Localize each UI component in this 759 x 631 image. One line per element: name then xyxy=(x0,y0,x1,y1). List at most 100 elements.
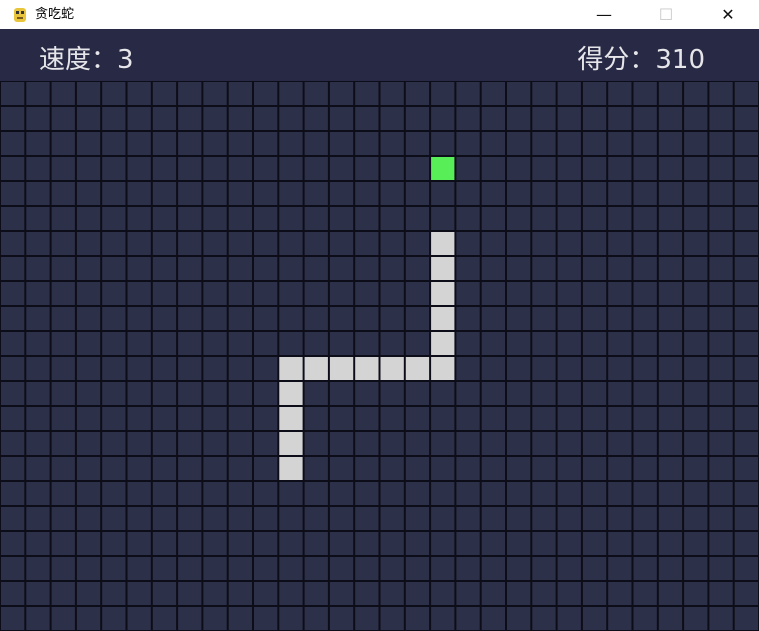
grid-cell xyxy=(709,407,733,430)
grid-cell xyxy=(532,332,556,355)
grid-cell xyxy=(1,82,25,105)
grid-cell xyxy=(684,307,708,330)
grid-cell xyxy=(178,532,202,555)
grid-cell xyxy=(102,307,126,330)
grid-cell xyxy=(608,182,632,205)
grid-cell xyxy=(127,607,151,630)
grid-cell xyxy=(380,432,404,455)
grid-cell xyxy=(127,107,151,130)
grid-cell xyxy=(658,282,683,305)
grid-cell xyxy=(684,582,708,605)
grid-cell xyxy=(102,607,126,630)
grid-cell xyxy=(178,332,202,355)
grid-cell xyxy=(431,457,455,480)
grid-cell xyxy=(152,382,177,405)
grid-cell xyxy=(152,282,177,305)
grid-cell xyxy=(254,357,278,380)
grid-cell xyxy=(304,107,328,130)
grid-cell xyxy=(329,157,354,180)
grid-cell xyxy=(355,557,379,580)
speed-label: 速度： xyxy=(39,45,118,75)
grid-cell xyxy=(431,432,455,455)
grid-cell xyxy=(734,82,758,105)
grid-cell xyxy=(507,132,531,155)
grid-cell xyxy=(228,532,252,555)
grid-cell xyxy=(304,457,328,480)
grid-cell xyxy=(26,457,50,480)
grid-cell xyxy=(582,182,607,205)
grid-cell xyxy=(355,382,379,405)
grid-cell xyxy=(557,332,581,355)
grid-cell xyxy=(51,382,75,405)
grid-cell xyxy=(127,332,151,355)
grid-cell xyxy=(608,307,632,330)
grid-cell xyxy=(709,607,733,630)
title-bar[interactable]: 贪吃蛇 — ☐ ✕ xyxy=(0,0,759,29)
grid-cell xyxy=(1,282,25,305)
grid-cell xyxy=(684,482,708,505)
grid-cell xyxy=(26,432,50,455)
grid-cell xyxy=(633,307,657,330)
grid-cell xyxy=(582,407,607,430)
grid-cell xyxy=(26,82,50,105)
grid-cell xyxy=(481,457,505,480)
grid-cell xyxy=(405,257,430,280)
grid-cell xyxy=(102,82,126,105)
grid-cell xyxy=(734,607,758,630)
grid-cell xyxy=(658,332,683,355)
grid-cell xyxy=(405,307,430,330)
grid-cell xyxy=(734,357,758,380)
grid-cell xyxy=(557,282,581,305)
grid-cell xyxy=(608,232,632,255)
grid-cell xyxy=(254,407,278,430)
snake-segment xyxy=(279,432,303,455)
grid-cell xyxy=(254,482,278,505)
grid-cell xyxy=(481,407,505,430)
grid-cell xyxy=(582,507,607,530)
grid-cell xyxy=(76,182,101,205)
grid-cell xyxy=(51,532,75,555)
grid-cell xyxy=(127,82,151,105)
grid-cell xyxy=(456,607,480,630)
grid-cell xyxy=(304,432,328,455)
grid-cell xyxy=(456,107,480,130)
grid-cell xyxy=(507,257,531,280)
grid-cell xyxy=(203,582,227,605)
grid-cell xyxy=(380,332,404,355)
grid-cell xyxy=(203,182,227,205)
grid-cell xyxy=(507,532,531,555)
grid-cell xyxy=(279,607,303,630)
grid-cell xyxy=(709,157,733,180)
grid-cell xyxy=(532,257,556,280)
grid-cell xyxy=(304,332,328,355)
grid-cell xyxy=(152,407,177,430)
score-label: 得分： xyxy=(577,45,656,75)
grid-cell xyxy=(709,457,733,480)
grid-cell xyxy=(380,207,404,230)
grid-cell xyxy=(633,557,657,580)
minimize-button[interactable]: — xyxy=(573,0,635,29)
grid-cell xyxy=(405,207,430,230)
grid-cell xyxy=(228,457,252,480)
grid-cell xyxy=(684,157,708,180)
snake-segment xyxy=(279,382,303,405)
grid-cell xyxy=(203,507,227,530)
grid-cell xyxy=(76,532,101,555)
grid-cell xyxy=(684,207,708,230)
grid-cell xyxy=(254,382,278,405)
game-board[interactable] xyxy=(0,81,759,631)
grid-cell xyxy=(355,132,379,155)
grid-cell xyxy=(709,207,733,230)
grid-cell xyxy=(456,432,480,455)
grid-cell xyxy=(203,132,227,155)
grid-cell xyxy=(1,607,25,630)
close-button[interactable]: ✕ xyxy=(697,0,759,29)
grid-cell xyxy=(76,232,101,255)
grid-cell xyxy=(1,382,25,405)
grid-cell xyxy=(557,107,581,130)
maximize-button[interactable]: ☐ xyxy=(635,0,697,29)
grid-cell xyxy=(329,382,354,405)
grid-cell xyxy=(507,457,531,480)
grid-cell xyxy=(1,357,25,380)
grid-cell xyxy=(481,107,505,130)
